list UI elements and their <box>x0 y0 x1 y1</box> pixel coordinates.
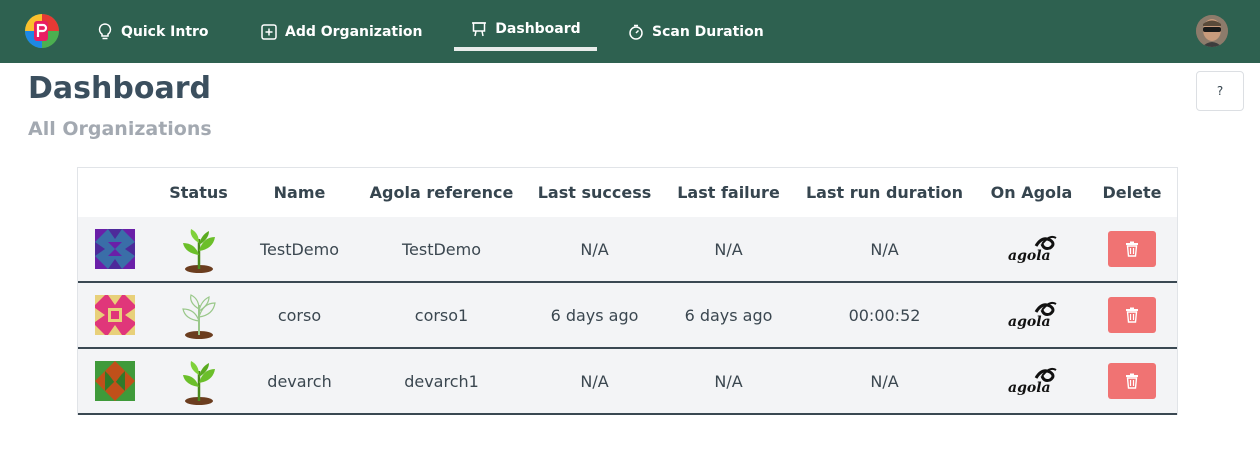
org-avatar-cell <box>78 295 151 335</box>
nav-quick-intro[interactable]: Quick Intro <box>96 0 209 63</box>
nav-quick-intro-label: Quick Intro <box>121 23 209 40</box>
nav-add-organization-label: Add Organization <box>285 23 423 40</box>
delete-cell <box>1092 297 1172 333</box>
last-failure: N/A <box>714 371 743 391</box>
top-navbar: Quick Intro Add Organization Dashboard S… <box>0 0 1260 63</box>
delete-cell <box>1092 231 1172 267</box>
agola-logo-icon[interactable]: agola <box>1006 300 1058 330</box>
nav-scan-duration-label: Scan Duration <box>652 23 764 40</box>
app-logo-icon[interactable] <box>24 13 60 49</box>
on-agola-cell[interactable]: agola <box>971 366 1092 396</box>
last-run-duration: N/A <box>870 371 899 391</box>
trash-icon <box>1126 373 1138 389</box>
org-name: devarch <box>267 371 332 391</box>
org-avatar-cell <box>78 229 151 269</box>
nav-add-organization[interactable]: Add Organization <box>260 0 422 63</box>
delete-button[interactable] <box>1108 363 1156 399</box>
stopwatch-icon <box>627 23 645 41</box>
user-avatar[interactable] <box>1196 15 1228 47</box>
status-cell <box>151 291 246 339</box>
org-identicon-icon <box>94 295 135 335</box>
agola-reference: TestDemo <box>401 239 482 259</box>
status-cell <box>151 357 246 405</box>
org-avatar-cell <box>78 361 151 401</box>
table-row[interactable]: devarch devarch1 N/A N/A N/A agola <box>78 349 1177 415</box>
table-row[interactable]: TestDemo TestDemo N/A N/A N/A agola <box>78 217 1177 283</box>
agola-logo-icon[interactable]: agola <box>1006 234 1058 264</box>
org-identicon-icon <box>94 229 135 269</box>
column-header-last-success: Last success <box>537 183 652 202</box>
agola-logo-icon[interactable]: agola <box>1006 366 1058 396</box>
on-agola-cell[interactable]: agola <box>971 234 1092 264</box>
last-success: N/A <box>580 371 609 391</box>
column-header-last-run-duration: Last run duration <box>805 183 964 202</box>
nav-dashboard[interactable]: Dashboard <box>454 0 597 60</box>
column-header-on-agola: On Agola <box>990 183 1073 202</box>
table-row[interactable]: corso corso1 6 days ago 6 days ago 00:00… <box>78 283 1177 349</box>
plant-green-icon <box>182 361 215 405</box>
status-cell <box>151 225 246 273</box>
lightbulb-icon <box>96 23 114 41</box>
delete-button[interactable] <box>1108 231 1156 267</box>
agola-reference: devarch1 <box>404 371 479 391</box>
svg-text:agola: agola <box>1008 380 1051 396</box>
last-success: N/A <box>580 239 609 259</box>
delete-cell <box>1092 363 1172 399</box>
trash-icon <box>1126 241 1138 257</box>
organizations-table: Status Name Agola reference Last success… <box>77 167 1178 415</box>
column-header-last-failure: Last failure <box>677 183 780 202</box>
agola-reference: corso1 <box>414 305 469 325</box>
table-header: Status Name Agola reference Last success… <box>78 168 1177 217</box>
last-failure: N/A <box>714 239 743 259</box>
org-name: TestDemo <box>259 239 340 259</box>
on-agola-cell[interactable]: agola <box>971 300 1092 330</box>
plant-green-icon <box>182 229 215 273</box>
last-run-duration: 00:00:52 <box>848 305 921 325</box>
org-name: corso <box>277 305 322 325</box>
last-success: 6 days ago <box>550 305 639 325</box>
trash-icon <box>1126 307 1138 323</box>
presentation-icon <box>470 20 488 38</box>
help-button[interactable]: ? <box>1196 71 1244 111</box>
org-identicon-icon <box>94 361 135 401</box>
column-header-status: Status <box>169 183 228 202</box>
last-run-duration: N/A <box>870 239 899 259</box>
page-title: Dashboard <box>28 71 211 106</box>
column-header-name: Name <box>273 183 326 202</box>
delete-button[interactable] <box>1108 297 1156 333</box>
page-subtitle: All Organizations <box>28 118 212 140</box>
active-tab-indicator <box>454 47 597 51</box>
svg-text:agola: agola <box>1008 248 1051 264</box>
svg-text:agola: agola <box>1008 314 1051 330</box>
nav-dashboard-label: Dashboard <box>495 20 581 37</box>
column-header-agola-reference: Agola reference <box>369 183 514 202</box>
nav-scan-duration[interactable]: Scan Duration <box>627 0 764 63</box>
plant-outline-icon <box>181 294 216 339</box>
column-header-delete: Delete <box>1102 183 1162 202</box>
plus-square-icon <box>260 23 278 41</box>
last-failure: 6 days ago <box>684 305 773 325</box>
